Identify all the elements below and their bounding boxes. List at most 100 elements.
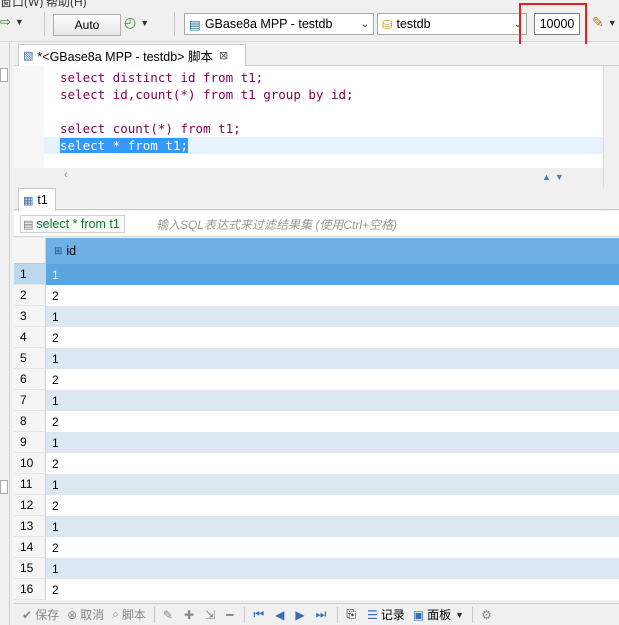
settings-button[interactable]: ⚙ <box>481 608 495 622</box>
editor-horizontal-scrollbar[interactable]: ‹ ▲▼ <box>14 168 619 186</box>
row-number[interactable]: 5 <box>14 348 46 369</box>
keyword: from <box>203 70 234 85</box>
code-line-current: select * from t1; <box>44 137 619 154</box>
tab-results-t1[interactable]: ▦ t1 <box>18 188 56 211</box>
cancel-icon: ⊗ <box>67 607 78 622</box>
sql-code[interactable]: select distinct id from t1; select id,co… <box>44 69 619 154</box>
chevron-down-icon: ▼ <box>607 17 617 28</box>
cell-id[interactable]: 2 <box>46 579 619 600</box>
panel-handle[interactable] <box>0 480 8 494</box>
connection-selector[interactable]: ▤ GBase8a MPP - testdb ⌄ <box>184 13 374 35</box>
scroll-left-icon[interactable]: ‹ <box>64 169 68 181</box>
cell-id[interactable]: 1 <box>46 474 619 495</box>
script-label: 脚本 <box>121 608 146 622</box>
row-number[interactable]: 16 <box>14 579 46 600</box>
cell-id[interactable]: 1 <box>46 432 619 453</box>
table-row[interactable]: 14 2 <box>14 537 619 558</box>
cancel-label: 取消 <box>80 608 105 622</box>
row-number[interactable]: 9 <box>14 432 46 453</box>
sql-editor[interactable]: select distinct id from t1; select id,co… <box>14 66 619 168</box>
row-number[interactable]: 2 <box>14 285 46 306</box>
maximize-restore-icon[interactable]: ▲▼ <box>542 172 568 182</box>
record-button[interactable]: ☰ 记录 <box>367 606 405 623</box>
save-button[interactable]: ✔ 保存 <box>22 606 59 623</box>
row-number[interactable]: 12 <box>14 495 46 516</box>
results-bottom-toolbar: ✔ 保存 ⊗ 取消 ⌕ 脚本 ✎ ✚ ⇲ ━ ⏮ ◀ ▶ ⏭ ⎘ ☰ 记录 ▣ 面板 ▼ ⚙ <box>14 603 619 625</box>
table-row[interactable]: 11 1 <box>14 474 619 495</box>
next-icon: ▶ <box>295 607 305 622</box>
table-row[interactable]: 15 1 <box>14 558 619 579</box>
table-row[interactable]: 51 <box>14 348 619 369</box>
cell-id[interactable]: 2 <box>46 285 619 306</box>
tools-button[interactable]: ✎ ▼ <box>592 14 617 31</box>
row-number[interactable]: 10 <box>14 453 46 474</box>
row-number[interactable]: 15 <box>14 558 46 579</box>
grid-corner[interactable] <box>14 238 46 264</box>
edit-cell-button[interactable]: ✎ <box>163 608 176 622</box>
next-page-button[interactable]: ▶ <box>295 608 307 622</box>
cancel-button[interactable]: ⊗ 取消 <box>67 606 104 623</box>
cell-id[interactable]: 2 <box>46 537 619 558</box>
arrow-right-icon: ⇨ <box>0 14 11 29</box>
table-row[interactable]: 16 2 <box>14 579 619 600</box>
panel-button[interactable]: ▣ 面板 ▼ <box>413 606 464 623</box>
last-page-button[interactable]: ⏭ <box>316 607 330 622</box>
table-row[interactable]: 10 2 <box>14 453 619 474</box>
row-number[interactable]: 13 <box>14 516 46 537</box>
table-row[interactable]: 82 <box>14 411 619 432</box>
table-row[interactable]: 31 <box>14 306 619 327</box>
row-number[interactable]: 8 <box>14 411 46 432</box>
script-button[interactable]: ⌕ 脚本 <box>112 606 146 623</box>
cell-id[interactable]: 2 <box>46 411 619 432</box>
current-query-button[interactable]: ▤ select * from t1 <box>20 215 125 233</box>
delete-row-button[interactable]: ━ <box>226 608 236 622</box>
cell-id[interactable]: 1 <box>46 390 619 411</box>
row-number[interactable]: 6 <box>14 369 46 390</box>
cell-id[interactable]: 2 <box>46 369 619 390</box>
previous-page-button[interactable]: ◀ <box>275 608 287 622</box>
filter-input[interactable]: 输入SQL表达式来过滤结果集 (使用Ctrl+空格) <box>152 215 612 233</box>
row-number[interactable]: 14 <box>14 537 46 558</box>
table-row[interactable]: 91 <box>14 432 619 453</box>
results-grid[interactable]: ⊞ id 1 1 2 2 3 1 4 2 5 1 6 2 7 1 8 2 9 1 10 2 11 1 12 2 13 1 14 2 15… <box>14 238 619 600</box>
cell-id[interactable]: 1 <box>46 516 619 537</box>
result-limit-input[interactable]: 10000 <box>534 13 580 35</box>
menu-window[interactable]: 窗口(W) <box>0 0 43 8</box>
plus-icon: ✚ <box>183 607 195 622</box>
cell-id[interactable]: 2 <box>46 495 619 516</box>
row-number[interactable]: 1 <box>14 264 46 285</box>
commit-mode-button[interactable]: Auto <box>53 14 121 36</box>
menu-help[interactable]: 帮助(H) <box>46 0 87 8</box>
row-number[interactable]: 7 <box>14 390 46 411</box>
navigate-forward-button[interactable]: ⇨ ▼ <box>0 14 24 30</box>
cell-id[interactable]: 1 <box>46 264 619 285</box>
transaction-log-button[interactable]: ◴ ▼ <box>124 14 149 31</box>
add-row-button[interactable]: ✚ <box>184 608 197 622</box>
code-line: select id,count(*) from t1 group by id; <box>44 86 619 103</box>
row-number[interactable]: 11 <box>14 474 46 495</box>
copy-row-button[interactable]: ⇲ <box>205 608 218 622</box>
table-row[interactable]: 13 1 <box>14 516 619 537</box>
column-header-id[interactable]: ⊞ id <box>46 238 619 264</box>
panel-handle[interactable] <box>0 68 8 82</box>
cell-id[interactable]: 1 <box>46 348 619 369</box>
fetch-all-button[interactable]: ⎘ <box>346 607 359 622</box>
table-row[interactable]: 62 <box>14 369 619 390</box>
table-row[interactable]: 11 <box>14 264 619 285</box>
row-number[interactable]: 4 <box>14 327 46 348</box>
table-row[interactable]: 12 2 <box>14 495 619 516</box>
tab-sql-script[interactable]: ▧ *<GBase8a MPP - testdb> 脚本 ⊠ <box>18 44 246 66</box>
table-row[interactable]: 42 <box>14 327 619 348</box>
cell-id[interactable]: 2 <box>46 327 619 348</box>
cell-id[interactable]: 1 <box>46 558 619 579</box>
table-row[interactable]: 22 <box>14 285 619 306</box>
table-row[interactable]: 71 <box>14 390 619 411</box>
database-selector[interactable]: ⛁ testdb ⌄ <box>377 13 527 35</box>
row-number[interactable]: 3 <box>14 306 46 327</box>
last-page-icon: ⏭ <box>315 607 327 621</box>
cell-id[interactable]: 1 <box>46 306 619 327</box>
cell-id[interactable]: 2 <box>46 453 619 474</box>
close-icon[interactable]: ⊠ <box>219 49 228 62</box>
first-page-button[interactable]: ⏮ <box>253 607 267 622</box>
toolbar-separator <box>337 606 339 623</box>
